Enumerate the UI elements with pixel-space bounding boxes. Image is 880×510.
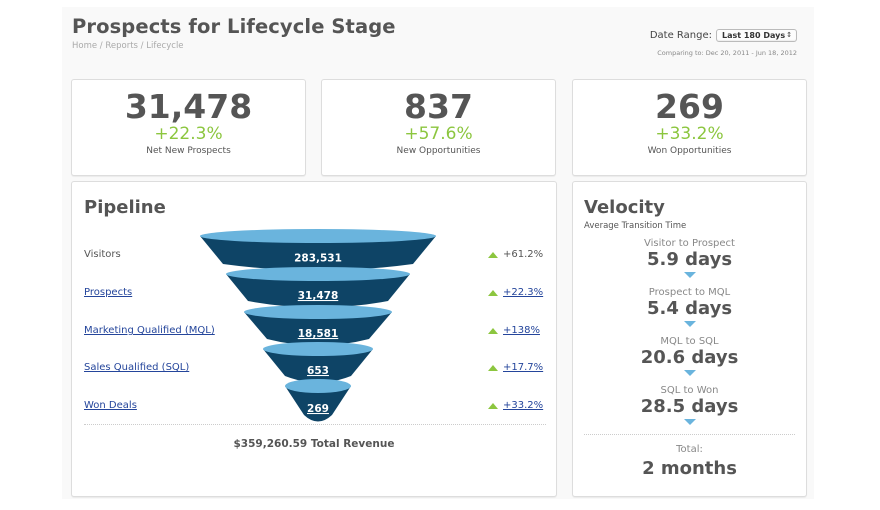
funnel-segment: 283,531 bbox=[200, 229, 436, 271]
kpi-card-new-opportunities: 837 +57.6% New Opportunities bbox=[321, 79, 556, 176]
stage-change-link[interactable]: +33.2% bbox=[503, 400, 543, 411]
page-title: Prospects for Lifecycle Stage bbox=[72, 15, 396, 38]
kpi-value: 837 bbox=[404, 87, 473, 126]
up-arrow-icon bbox=[488, 251, 498, 258]
date-range: Date Range: Last 180 Days ↕ bbox=[650, 29, 797, 42]
funnel-segment-value: 283,531 bbox=[294, 253, 342, 265]
velocity-divider bbox=[584, 434, 795, 435]
down-arrow-icon bbox=[683, 321, 696, 327]
kpi-change: +57.6% bbox=[404, 124, 473, 144]
stage-change-sql: +17.7% bbox=[488, 362, 543, 373]
down-arrow-icon bbox=[683, 419, 696, 425]
kpi-value: 31,478 bbox=[124, 87, 253, 126]
kpi-change: +22.3% bbox=[154, 124, 223, 144]
funnel-segment-top bbox=[263, 342, 373, 356]
breadcrumb: Home / Reports / Lifecycle bbox=[72, 41, 184, 51]
page: Prospects for Lifecycle Stage Home / Rep… bbox=[62, 7, 814, 499]
kpi-card-won-opportunities: 269 +33.2% Won Opportunities bbox=[572, 79, 807, 176]
up-arrow-icon bbox=[488, 327, 498, 334]
velocity-item-value: 20.6 days bbox=[640, 347, 739, 368]
kpi-change: +33.2% bbox=[655, 124, 724, 144]
kpi-label: Net New Prospects bbox=[146, 146, 231, 156]
stage-change-value: +61.2% bbox=[503, 249, 544, 260]
kpi-value: 269 bbox=[655, 87, 724, 126]
kpi-card-net-new-prospects: 31,478 +22.3% Net New Prospects bbox=[71, 79, 306, 176]
stage-change-link[interactable]: +22.3% bbox=[503, 287, 543, 298]
pipeline-divider bbox=[84, 424, 546, 425]
velocity-item: SQL to Won 28.5 days bbox=[573, 385, 806, 425]
date-range-value: Last 180 Days bbox=[722, 31, 786, 40]
funnel-segment-value[interactable]: 18,581 bbox=[298, 328, 339, 340]
velocity-item: MQL to SQL 20.6 days bbox=[573, 336, 806, 376]
velocity-title: Velocity bbox=[584, 197, 665, 218]
funnel-segment: 269 bbox=[285, 379, 351, 422]
date-range-select[interactable]: Last 180 Days ↕ bbox=[716, 29, 797, 42]
funnel-segment-top bbox=[200, 229, 436, 243]
down-arrow-icon bbox=[683, 272, 696, 278]
velocity-item-value: 5.9 days bbox=[646, 249, 733, 270]
stage-link-won-deals[interactable]: Won Deals bbox=[84, 400, 137, 411]
velocity-item: Prospect to MQL 5.4 days bbox=[573, 287, 806, 327]
stage-change-won-deals: +33.2% bbox=[488, 400, 543, 411]
funnel-segment-top bbox=[285, 379, 351, 393]
funnel-segment-value[interactable]: 269 bbox=[307, 403, 329, 415]
pipeline-panel: Pipeline 283,531 31,478 18,581 653 269 Visit… bbox=[71, 181, 557, 497]
funnel-segment: 653 bbox=[263, 342, 373, 383]
velocity-total-label: Total: bbox=[676, 444, 703, 455]
velocity-panel: Velocity Average Transition Time Visitor… bbox=[572, 181, 807, 497]
velocity-total-value: 2 months bbox=[642, 458, 737, 479]
kpi-label: New Opportunities bbox=[396, 146, 481, 156]
funnel-segment-top bbox=[244, 305, 392, 319]
funnel-segment-top bbox=[226, 267, 410, 281]
velocity-item: Visitor to Prospect 5.9 days bbox=[573, 238, 806, 278]
stage-link-mql[interactable]: Marketing Qualified (MQL) bbox=[84, 325, 215, 336]
stage-link-sql[interactable]: Sales Qualified (SQL) bbox=[84, 362, 189, 373]
total-revenue: $359,260.59 Total Revenue bbox=[233, 438, 395, 450]
up-arrow-icon bbox=[488, 364, 498, 371]
velocity-subtitle: Average Transition Time bbox=[584, 221, 687, 231]
funnel-segment-value[interactable]: 653 bbox=[307, 365, 329, 377]
stage-change-mql: +138% bbox=[488, 325, 540, 336]
down-arrow-icon bbox=[683, 370, 696, 376]
date-range-label: Date Range: bbox=[649, 30, 712, 41]
kpi-label: Won Opportunities bbox=[647, 146, 732, 156]
stage-change-link[interactable]: +17.7% bbox=[503, 362, 543, 373]
stage-link-prospects[interactable]: Prospects bbox=[84, 287, 132, 298]
up-arrow-icon bbox=[488, 402, 498, 409]
pipeline-funnel: 283,531 31,478 18,581 653 269 bbox=[200, 229, 436, 422]
funnel-segment: 18,581 bbox=[244, 305, 392, 346]
stage-change-prospects: +22.3% bbox=[488, 287, 543, 298]
velocity-total: Total: 2 months bbox=[573, 444, 806, 479]
funnel-segment-value[interactable]: 31,478 bbox=[298, 290, 339, 302]
stage-change-visitors: +61.2% bbox=[488, 249, 543, 260]
comparing-text: Comparing to: Dec 20, 2011 - Jun 18, 201… bbox=[657, 49, 797, 57]
stage-change-link[interactable]: +138% bbox=[503, 325, 540, 336]
stage-label-visitors: Visitors bbox=[84, 249, 121, 260]
funnel-segment: 31,478 bbox=[226, 267, 410, 308]
up-arrow-icon bbox=[488, 289, 498, 296]
velocity-item-value: 28.5 days bbox=[640, 396, 739, 417]
select-arrows-icon: ↕ bbox=[786, 31, 792, 39]
velocity-item-value: 5.4 days bbox=[646, 298, 733, 319]
